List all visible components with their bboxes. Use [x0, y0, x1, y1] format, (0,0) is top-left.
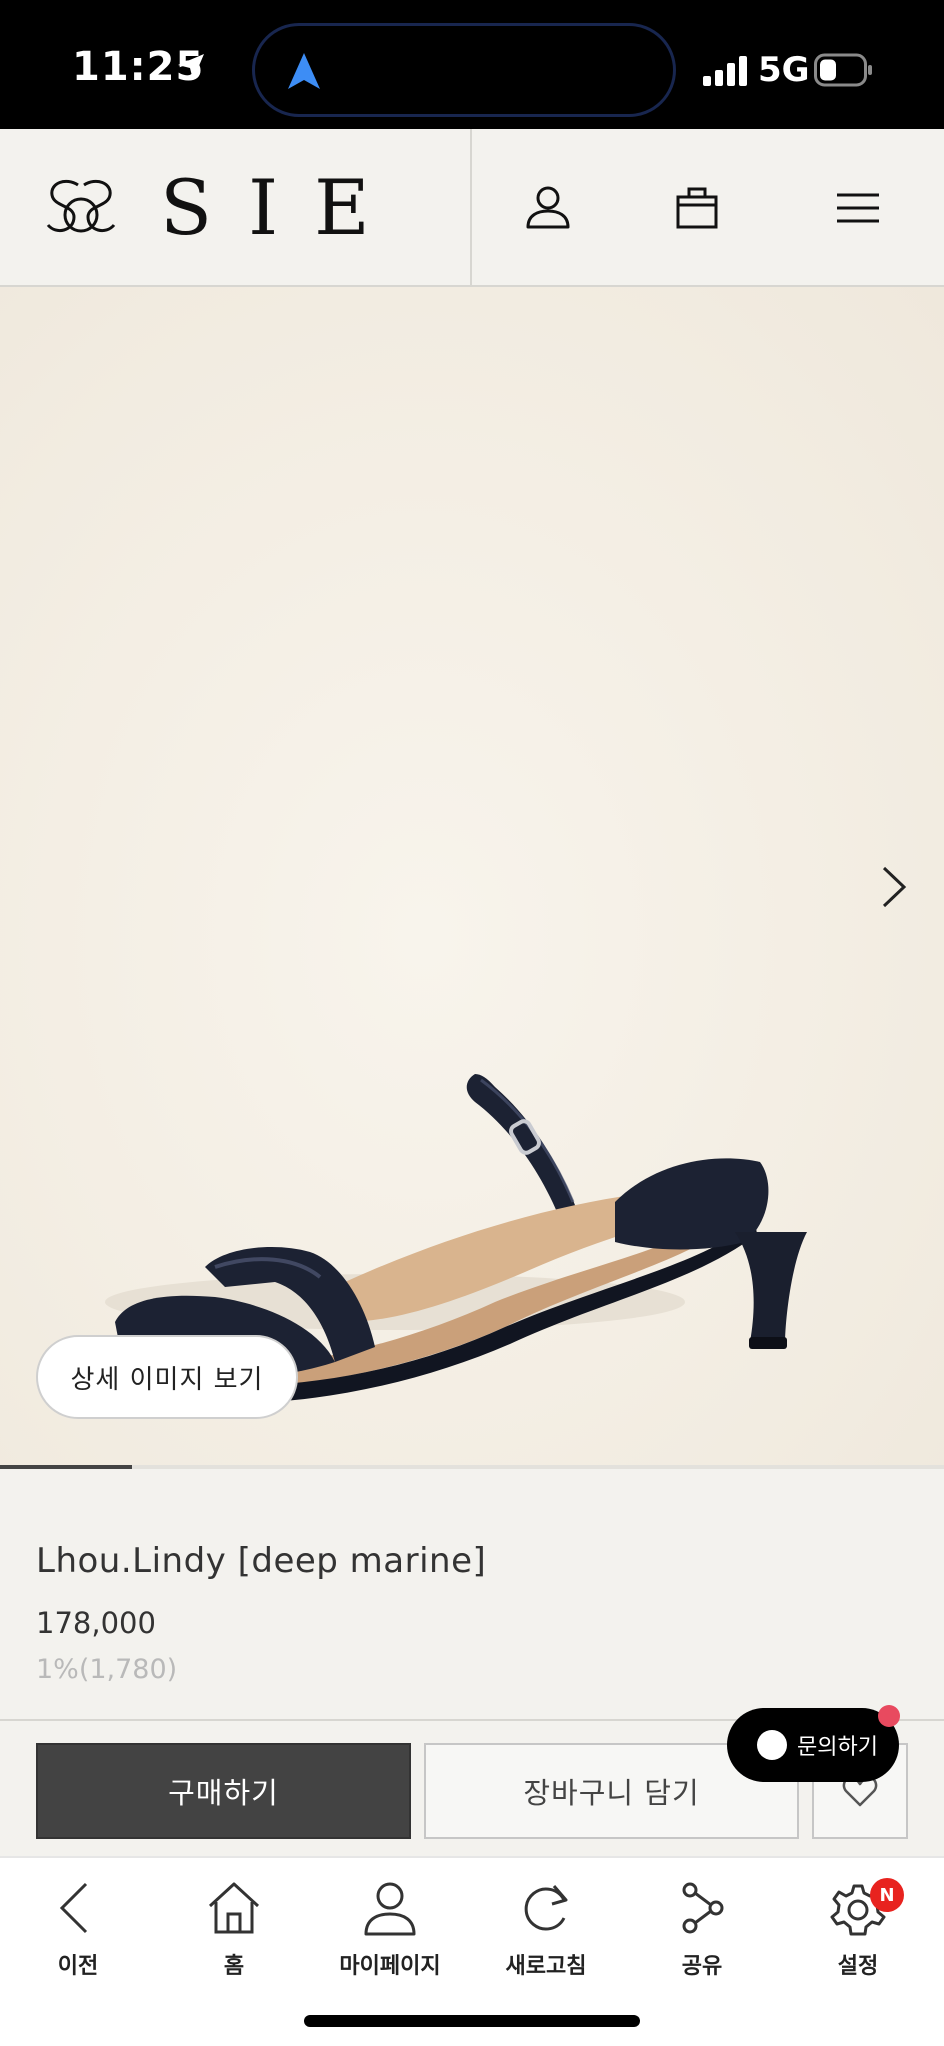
- refresh-icon: [524, 1885, 568, 1931]
- user-icon[interactable]: [519, 179, 577, 237]
- network-label: 5G: [758, 50, 810, 90]
- status-bar: 11:25 5G: [0, 0, 944, 129]
- home-icon: [208, 1882, 260, 1934]
- inquiry-logo-icon: [757, 1730, 787, 1760]
- page: 11:25 5G SIE 상세 이미지 보기 Lhou.Lindy [deep …: [0, 0, 944, 2046]
- menu-icon[interactable]: [829, 179, 887, 237]
- share-icon: [682, 1882, 724, 1934]
- inquiry-chat-button[interactable]: 문의하기: [727, 1708, 899, 1782]
- nav-mypage-label: 마이페이지: [339, 1954, 441, 1979]
- nav-share[interactable]: 공유: [632, 1878, 772, 1988]
- shopping-bag-icon[interactable]: [668, 179, 726, 237]
- nav-back[interactable]: 이전: [8, 1878, 148, 1988]
- product-price: 178,000: [36, 1606, 156, 1640]
- dynamic-island: [252, 23, 676, 117]
- navigation-arrow-icon: [288, 53, 320, 89]
- site-header: SIE: [0, 129, 944, 287]
- buy-button[interactable]: 구매하기: [36, 1743, 411, 1839]
- location-arrow-icon: [178, 54, 204, 80]
- product-name: Lhou.Lindy [deep marine]: [36, 1541, 487, 1581]
- back-chevron-icon: [59, 1882, 88, 1934]
- brand-logo-text[interactable]: SIE: [160, 163, 406, 252]
- inquiry-notification-dot: [878, 1705, 900, 1727]
- nav-refresh[interactable]: 새로고침: [476, 1878, 616, 1988]
- nav-share-label: 공유: [681, 1954, 723, 1979]
- nav-settings[interactable]: 설정 N: [788, 1878, 928, 1988]
- sie-logo-mark-icon[interactable]: [44, 175, 116, 241]
- battery-icon: [814, 53, 872, 87]
- inquiry-label: 문의하기: [797, 1735, 878, 1760]
- settings-new-badge: N: [870, 1878, 904, 1912]
- product-image-gallery[interactable]: 상세 이미지 보기: [0, 287, 944, 1467]
- product-info: Lhou.Lindy [deep marine] 178,000 1%(1,78…: [0, 1469, 944, 1719]
- person-icon: [364, 1882, 416, 1936]
- view-detail-images-button[interactable]: 상세 이미지 보기: [36, 1335, 298, 1419]
- signal-icon: [703, 56, 747, 86]
- nav-mypage[interactable]: 마이페이지: [320, 1878, 460, 1988]
- product-point: 1%(1,780): [36, 1654, 178, 1685]
- nav-home[interactable]: 홈: [164, 1878, 304, 1988]
- nav-refresh-label: 새로고침: [505, 1954, 587, 1979]
- header-divider: [470, 129, 472, 287]
- nav-settings-label: 설정: [837, 1954, 879, 1979]
- chevron-right-icon[interactable]: [876, 862, 912, 912]
- nav-home-label: 홈: [223, 1954, 245, 1979]
- home-indicator: [304, 2015, 640, 2027]
- nav-back-label: 이전: [57, 1954, 99, 1979]
